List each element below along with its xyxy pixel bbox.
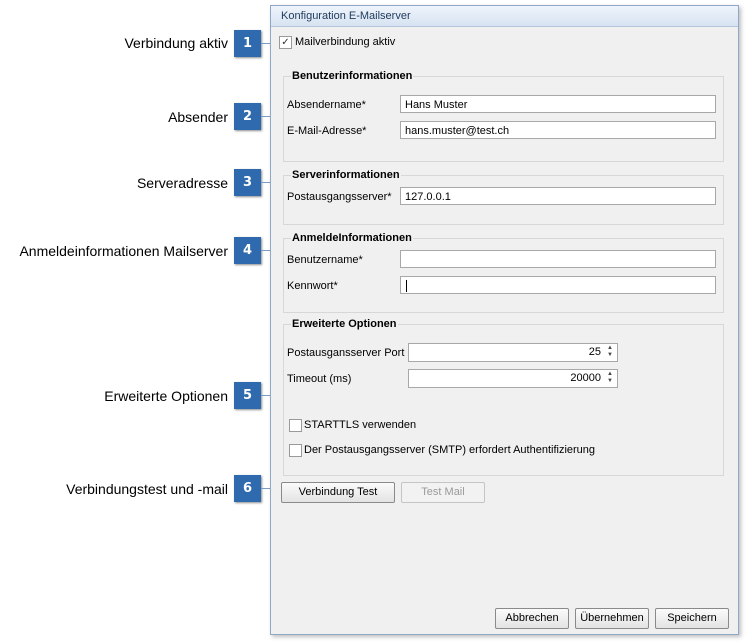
- callout-badge: 4: [234, 237, 261, 264]
- email-input[interactable]: hans.muster@test.ch: [400, 121, 716, 139]
- test-mail-button[interactable]: Test Mail: [401, 482, 485, 503]
- port-label: Postausgansserver Port: [287, 347, 405, 359]
- password-input[interactable]: [400, 276, 716, 294]
- callout-label: Absender: [168, 109, 228, 125]
- smtp-server-input[interactable]: 127.0.0.1: [400, 187, 716, 205]
- callout-label: Anmeldeinformationen Mailserver: [19, 243, 228, 259]
- port-value: 25: [588, 346, 601, 358]
- login-group-title: AnmeldeInformationen: [291, 232, 413, 244]
- spin-arrows-icon[interactable]: ▲ ▼: [605, 345, 615, 359]
- password-label: Kennwort*: [287, 280, 338, 292]
- server-group-title: Serverinformationen: [291, 169, 401, 181]
- smtp-auth-checkbox[interactable]: [289, 444, 302, 457]
- username-label: Benutzername*: [287, 254, 363, 266]
- sender-name-label: Absendername*: [287, 99, 366, 111]
- timeout-stepper[interactable]: 20000 ▲ ▼: [408, 369, 618, 388]
- email-server-dialog: Konfiguration E-Mailserver ✓ Mailverbind…: [270, 5, 739, 635]
- sender-name-input[interactable]: Hans Muster: [400, 95, 716, 113]
- mail-active-checkbox[interactable]: ✓: [279, 36, 292, 49]
- username-input[interactable]: [400, 250, 716, 268]
- smtp-auth-label: Der Postausgangsserver (SMTP) erfordert …: [304, 444, 596, 456]
- dialog-title: Konfiguration E-Mailserver: [281, 10, 411, 22]
- callout-badge: 2: [234, 103, 261, 130]
- callout-badge: 6: [234, 475, 261, 502]
- callout-label: Erweiterte Optionen: [104, 388, 228, 404]
- cancel-button[interactable]: Abbrechen: [495, 608, 569, 629]
- smtp-server-label: Postausgangsserver*: [287, 191, 392, 203]
- starttls-checkbox[interactable]: [289, 419, 302, 432]
- connection-test-button[interactable]: Verbindung Test: [281, 482, 395, 503]
- callout-label: Serveradresse: [136, 175, 228, 191]
- callout-badge: 5: [234, 382, 261, 409]
- port-stepper[interactable]: 25 ▲ ▼: [408, 343, 618, 362]
- callout-badge: 3: [234, 169, 261, 196]
- apply-button[interactable]: Übernehmen: [575, 608, 649, 629]
- callout-badge: 1: [234, 30, 261, 57]
- sender-group: [283, 76, 724, 162]
- dialog-titlebar: Konfiguration E-Mailserver: [271, 6, 738, 27]
- email-label: E-Mail-Adresse*: [287, 125, 367, 137]
- advanced-group-title: Erweiterte Optionen: [291, 318, 398, 330]
- text-cursor: [406, 280, 407, 292]
- mail-active-label: Mailverbindung aktiv: [295, 36, 396, 48]
- timeout-value: 20000: [570, 372, 601, 384]
- timeout-label: Timeout (ms): [287, 373, 352, 385]
- sender-group-title: Benutzerinformationen: [291, 70, 414, 82]
- spin-arrows-icon[interactable]: ▲ ▼: [605, 371, 615, 385]
- callout-label: Verbindung aktiv: [124, 35, 228, 51]
- starttls-label: STARTTLS verwenden: [304, 419, 417, 431]
- save-button[interactable]: Speichern: [655, 608, 729, 629]
- callout-label: Verbindungstest und -mail: [66, 481, 228, 497]
